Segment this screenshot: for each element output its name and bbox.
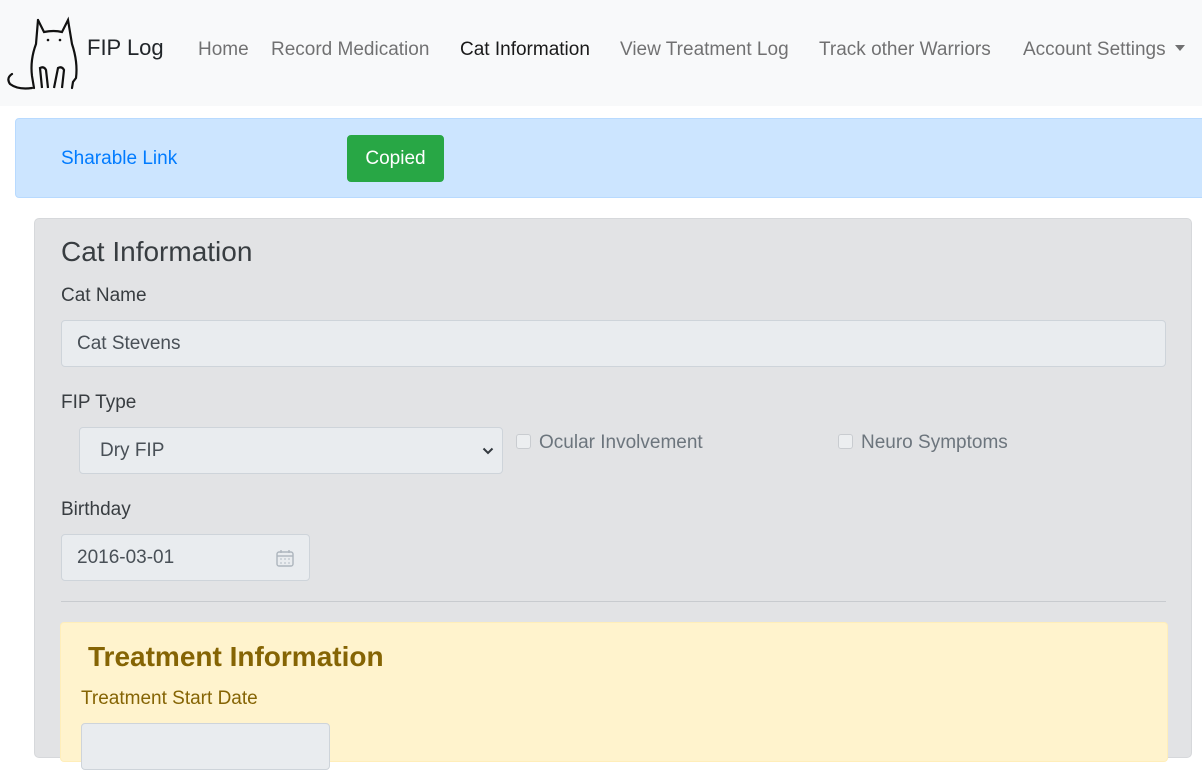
nav-item-cat-information[interactable]: Cat Information xyxy=(460,39,590,61)
ocular-involvement-option[interactable]: Ocular Involvement xyxy=(516,432,703,454)
section-divider xyxy=(61,601,1166,602)
nav-item-view-treatment-log[interactable]: View Treatment Log xyxy=(620,39,789,61)
cat-information-card: Cat Information Cat Name FIP Type Dry FI… xyxy=(34,218,1192,770)
fip-type-select[interactable]: Dry FIP xyxy=(79,427,503,474)
sharable-link[interactable]: Sharable Link xyxy=(61,148,177,170)
nav-item-home[interactable]: Home xyxy=(198,39,249,61)
treatment-information-section: Treatment Information Treatment Start Da… xyxy=(60,622,1168,770)
birthday-input[interactable]: 2016-03-01 xyxy=(61,534,310,581)
share-alert: Sharable Link Copied xyxy=(15,118,1202,198)
nav-item-account-settings[interactable]: Account Settings xyxy=(1023,39,1185,61)
caret-down-icon xyxy=(1174,45,1185,51)
birthday-value: 2016-03-01 xyxy=(77,547,175,568)
nav-item-track-other-warriors[interactable]: Track other Warriors xyxy=(819,39,991,61)
cat-information-title: Cat Information xyxy=(61,236,253,267)
fip-type-label: FIP Type xyxy=(61,392,137,413)
treatment-start-date-label: Treatment Start Date xyxy=(81,688,258,709)
neuro-symptoms-option[interactable]: Neuro Symptoms xyxy=(838,432,1008,454)
account-settings-label: Account Settings xyxy=(1023,39,1166,60)
neuro-symptoms-label: Neuro Symptoms xyxy=(861,432,1008,453)
copied-button[interactable]: Copied xyxy=(347,135,444,182)
treatment-information-title: Treatment Information xyxy=(88,641,384,672)
ocular-involvement-label: Ocular Involvement xyxy=(539,432,703,453)
fip-type-selected-value: Dry FIP xyxy=(100,440,165,461)
cat-name-label: Cat Name xyxy=(61,285,147,306)
brand-name[interactable]: FIP Log xyxy=(87,35,164,61)
calendar-icon[interactable] xyxy=(275,548,295,568)
neuro-symptoms-checkbox[interactable] xyxy=(838,434,853,449)
cat-outline-icon[interactable] xyxy=(6,12,88,92)
birthday-label: Birthday xyxy=(61,499,131,520)
treatment-start-date-input[interactable] xyxy=(81,723,330,770)
chevron-down-icon xyxy=(482,447,494,455)
navbar: FIP Log Home Record Medication Cat Infor… xyxy=(0,0,1202,106)
nav-item-record-medication[interactable]: Record Medication xyxy=(271,39,429,61)
ocular-involvement-checkbox[interactable] xyxy=(516,434,531,449)
cat-name-input[interactable] xyxy=(61,320,1166,367)
